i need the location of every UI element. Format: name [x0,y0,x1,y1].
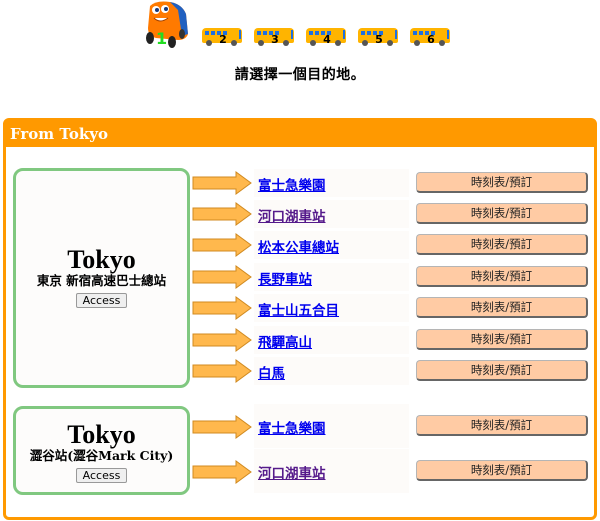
bus-mascot-icon: 1 [146,1,188,48]
route-row: 白馬 時刻表/預訂 [192,357,592,385]
step-number: 2 [219,33,227,46]
origin-station-box: Tokyo 東京 新宿高速巴士總站 Access [13,168,190,388]
destination-link[interactable]: 河口湖車站 [258,462,326,482]
timetable-booking-button[interactable]: 時刻表/預訂 [416,172,588,193]
destination-link[interactable]: 飛驒高山 [258,331,312,351]
step-bus-5: 5 [358,26,398,48]
arrow-right-icon [192,202,252,226]
panel-title: From Tokyo [6,121,594,147]
origin-station-box: Tokyo 澀谷站(澀谷Mark City) Access [13,406,190,495]
step-bus-2: 2 [202,26,242,48]
timetable-booking-button[interactable]: 時刻表/預訂 [416,266,588,287]
timetable-booking-button[interactable]: 時刻表/預訂 [416,203,588,224]
destination-link[interactable]: 河口湖車站 [258,205,326,225]
from-tokyo-panel: From Tokyo Tokyo 東京 新宿高速巴士總站 Access 富士急樂… [3,118,597,520]
instruction-text: 請選擇一個目的地。 [234,67,366,83]
arrow-right-icon [192,415,252,439]
route-row: 河口湖車站 時刻表/預訂 [192,200,592,228]
access-button[interactable]: Access [75,468,128,483]
arrow-right-icon [192,171,252,195]
destination-link[interactable]: 白馬 [258,362,285,382]
arrow-right-icon [192,296,252,320]
step-progress: 1 2 3 4 5 6 [0,0,600,56]
access-button[interactable]: Access [75,293,128,308]
route-row: 長野車站 時刻表/預訂 [192,263,592,291]
timetable-booking-button[interactable]: 時刻表/預訂 [416,415,588,436]
route-row: 河口湖車站 時刻表/預訂 [192,449,592,493]
arrow-right-icon [192,328,252,352]
route-row: 飛驒高山 時刻表/預訂 [192,326,592,354]
origin-city: Tokyo [67,420,136,449]
step-number: 4 [323,33,331,46]
route-row: 富士急樂園 時刻表/預訂 [192,404,592,448]
arrow-right-icon [192,233,252,257]
step-bus-3: 3 [254,26,294,48]
step-number: 6 [427,33,435,46]
origin-station-name: 東京 新宿高速巴士總站 [36,273,167,288]
timetable-booking-button[interactable]: 時刻表/預訂 [416,360,588,381]
destination-link[interactable]: 富士急樂園 [258,417,326,437]
current-step-number: 1 [156,29,167,48]
route-row: 富士急樂園 時刻表/預訂 [192,169,592,197]
timetable-booking-button[interactable]: 時刻表/預訂 [416,460,588,481]
arrow-right-icon [192,460,252,484]
timetable-booking-button[interactable]: 時刻表/預訂 [416,329,588,350]
step-bus-6: 6 [410,26,450,48]
destination-link[interactable]: 松本公車總站 [258,236,339,256]
origin-city: Tokyo [67,245,136,274]
timetable-booking-button[interactable]: 時刻表/預訂 [416,234,588,255]
step-number: 3 [271,33,279,46]
route-row: 富士山五合目 時刻表/預訂 [192,294,592,322]
arrow-right-icon [192,359,252,383]
destination-link[interactable]: 富士山五合目 [258,299,339,319]
step-number: 5 [375,33,383,46]
step-bus-4: 4 [306,26,346,48]
timetable-booking-button[interactable]: 時刻表/預訂 [416,297,588,318]
destination-link[interactable]: 長野車站 [258,268,312,288]
origin-station-name: 澀谷站(澀谷Mark City) [29,448,174,463]
destination-link[interactable]: 富士急樂園 [258,174,326,194]
arrow-right-icon [192,265,252,289]
route-row: 松本公車總站 時刻表/預訂 [192,231,592,259]
